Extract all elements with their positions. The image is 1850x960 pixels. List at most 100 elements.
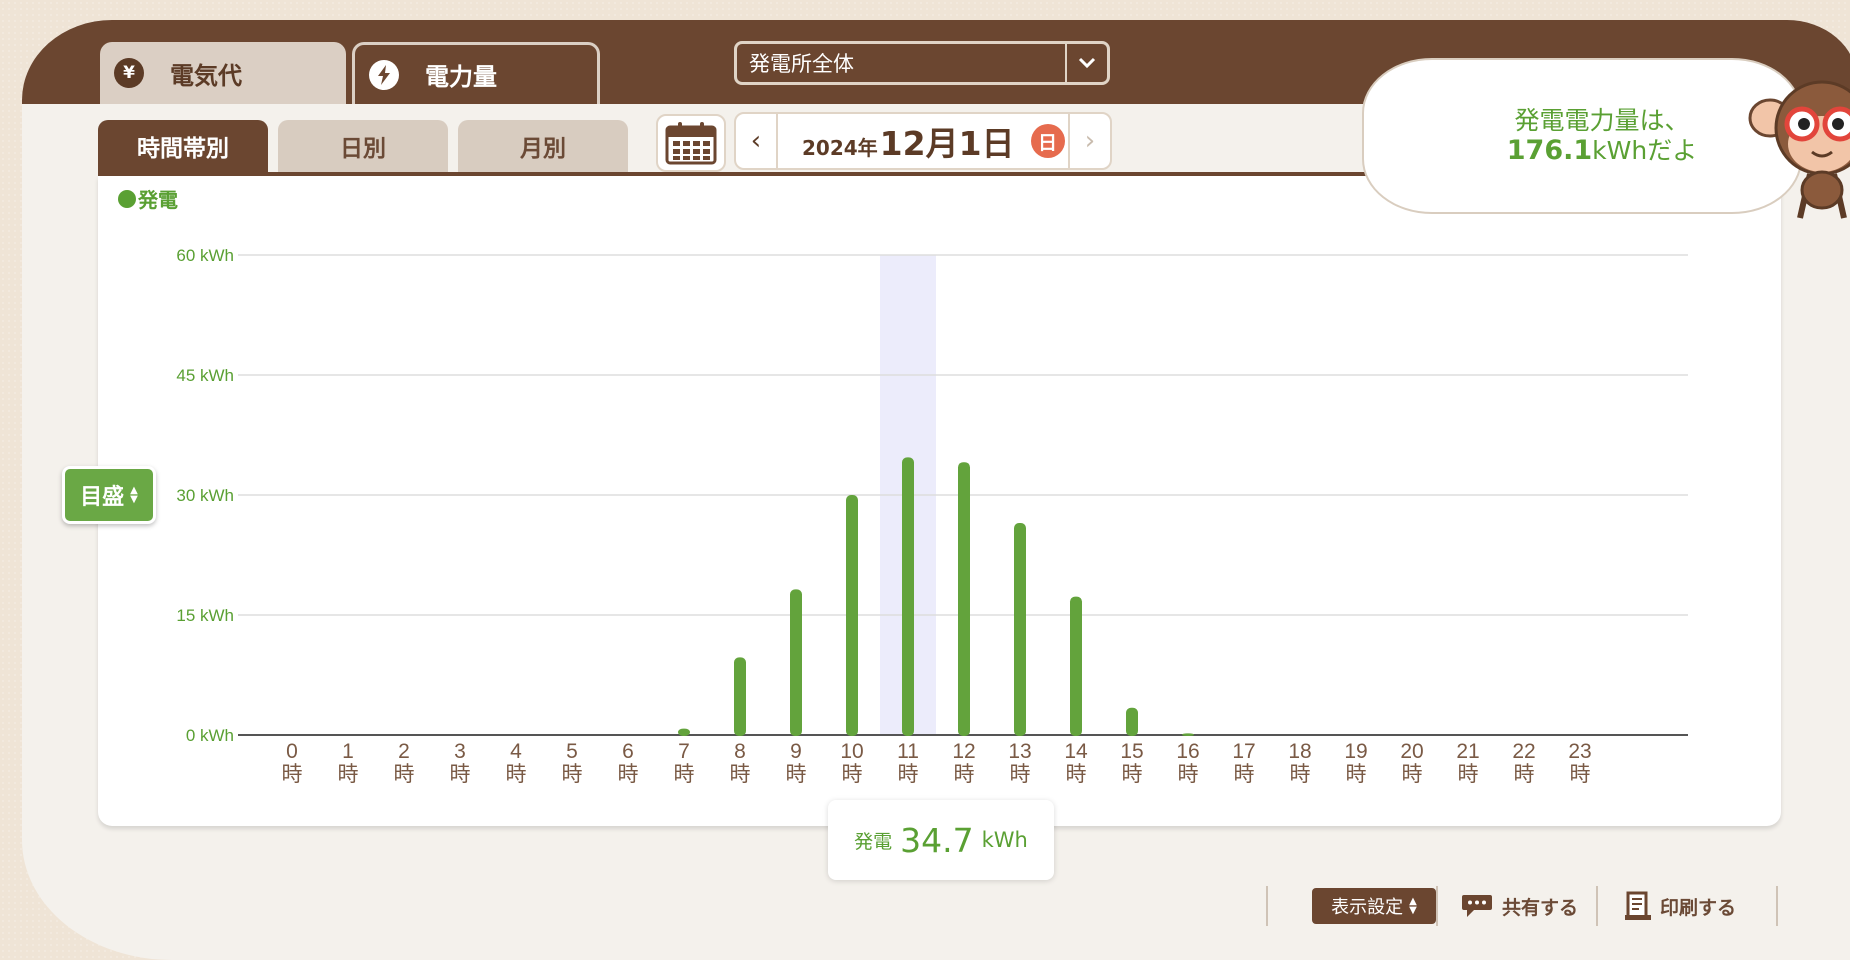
x-tick-label: 21 (1456, 740, 1479, 763)
plant-select[interactable]: 発電所全体 (734, 41, 1110, 85)
x-tick-label: 17 (1232, 740, 1255, 763)
bar-9 (790, 589, 802, 736)
bar-12 (958, 462, 970, 736)
current-date: 2024年 12月1日 (778, 117, 1015, 165)
chart-card: 発電 0 kWh 15 kWh 30 kWh 45 kWh 60 kWh 0 時 1 時 2 時 3 時… (98, 176, 1781, 826)
print-icon (1625, 891, 1651, 920)
x-tick-label: 16 (1176, 740, 1199, 763)
x-tick-suffix: 時 (450, 762, 471, 786)
x-tick-suffix: 時 (1122, 762, 1143, 786)
x-tick-label: 19 (1344, 740, 1367, 763)
tab-power-amount[interactable]: 電力量 (352, 42, 600, 104)
x-tick-suffix: 時 (730, 762, 751, 786)
tab-power-amount-label: 電力量 (425, 63, 497, 91)
app-frame: ¥ 電気代 電力量 発電所全体 時間帯別 日別 月別 ‹ 2024年 12月1日… (22, 20, 1850, 960)
x-tick-label: 0 (286, 740, 298, 763)
share-button[interactable]: 共有する (1460, 888, 1578, 924)
y-tick-label: 60 kWh (176, 246, 234, 265)
date-navigator: ‹ 2024年 12月1日 日 › (734, 112, 1112, 170)
x-tick-suffix: 時 (338, 762, 359, 786)
x-tick-suffix: 時 (1458, 762, 1479, 786)
yen-icon: ¥ (114, 58, 144, 88)
generation-chart: 0 kWh15 kWh30 kWh45 kWh60 kWh0時1時2時3時4時5… (176, 246, 1688, 786)
tooltip-value: 34.7 (900, 820, 974, 860)
bubble-total-suffix: kWhだよ (1592, 136, 1698, 165)
bubble-total-value: 176.1 (1506, 135, 1593, 166)
speech-bubble: 発電電力量は、 176.1kWhだよ (1362, 58, 1802, 214)
x-tick-label: 8 (734, 740, 746, 763)
footer-divider (1596, 886, 1598, 926)
bar-11 (902, 457, 914, 736)
print-label: 印刷する (1660, 896, 1737, 919)
x-tick-label: 22 (1512, 740, 1535, 763)
x-tick-suffix: 時 (1570, 762, 1591, 786)
x-tick-label: 2 (398, 740, 410, 763)
x-tick-suffix: 時 (1066, 762, 1087, 786)
footer-divider (1436, 886, 1438, 926)
x-tick-label: 23 (1568, 740, 1591, 763)
x-tick-suffix: 時 (786, 762, 807, 786)
tooltip-unit: kWh (981, 828, 1028, 852)
x-tick-label: 3 (454, 740, 466, 763)
x-tick-label: 9 (790, 740, 802, 763)
x-tick-label: 14 (1064, 740, 1088, 763)
scale-button[interactable]: 目盛 ▲ ▼ (62, 466, 156, 524)
x-tick-label: 5 (566, 740, 578, 763)
x-tick-label: 7 (678, 740, 690, 763)
x-tick-label: 1 (342, 740, 354, 763)
bar-8 (734, 657, 746, 736)
x-tick-suffix: 時 (1402, 762, 1423, 786)
bar-14 (1070, 596, 1082, 736)
x-tick-suffix: 時 (1290, 762, 1311, 786)
display-settings-button[interactable]: 表示設定 ▲ ▼ (1312, 888, 1436, 924)
x-tick-label: 11 (897, 740, 919, 763)
chart-tooltip: 発電 34.7 kWh (828, 800, 1054, 880)
tab-daily[interactable]: 日別 (278, 120, 448, 172)
speech-bubble-icon (1462, 895, 1492, 917)
x-tick-label: 15 (1120, 740, 1143, 763)
lightning-icon (369, 59, 399, 90)
tab-monthly[interactable]: 月別 (458, 120, 628, 172)
x-tick-suffix: 時 (394, 762, 415, 786)
date-year: 2024年 (802, 136, 878, 160)
next-day-button[interactable]: › (1068, 114, 1110, 168)
updown-arrow-icon: ▲ ▼ (130, 485, 138, 505)
monkey-mascot-icon (1748, 80, 1850, 219)
prev-day-button[interactable]: ‹ (736, 114, 778, 168)
calendar-button[interactable] (656, 114, 726, 172)
y-tick-label: 15 kWh (176, 606, 234, 625)
x-tick-label: 4 (510, 740, 522, 763)
y-tick-label: 30 kWh (176, 486, 234, 505)
tab-hourly[interactable]: 時間帯別 (98, 120, 268, 172)
weekday-badge: 日 (1030, 124, 1065, 158)
x-tick-label: 10 (840, 740, 863, 763)
y-tick-label: 0 kWh (186, 726, 234, 745)
x-tick-label: 13 (1008, 740, 1031, 763)
footer-divider (1266, 886, 1268, 926)
x-tick-suffix: 時 (1178, 762, 1199, 786)
x-tick-suffix: 時 (842, 762, 863, 786)
chevron-down-icon (1065, 44, 1107, 82)
x-tick-suffix: 時 (1234, 762, 1255, 786)
x-tick-label: 6 (622, 740, 634, 763)
scale-button-label: 目盛 (80, 485, 125, 510)
x-tick-suffix: 時 (1346, 762, 1367, 786)
x-tick-suffix: 時 (1514, 762, 1535, 786)
print-button[interactable]: 印刷する (1624, 888, 1736, 924)
x-tick-suffix: 時 (618, 762, 639, 786)
bar-10 (846, 495, 858, 736)
bar-7 (678, 728, 690, 736)
bar-16 (1182, 733, 1194, 736)
date-monthday: 12月1日 (879, 124, 1015, 163)
x-tick-suffix: 時 (1010, 762, 1031, 786)
x-tick-suffix: 時 (506, 762, 527, 786)
plant-select-value: 発電所全体 (749, 52, 854, 76)
footer-divider (1776, 886, 1778, 926)
x-tick-suffix: 時 (954, 762, 975, 786)
calendar-icon (665, 122, 717, 165)
x-tick-suffix: 時 (898, 762, 919, 786)
tab-electricity-cost[interactable]: ¥ 電気代 (100, 42, 346, 104)
x-tick-suffix: 時 (562, 762, 583, 786)
x-tick-label: 12 (952, 740, 975, 763)
x-tick-suffix: 時 (282, 762, 303, 786)
